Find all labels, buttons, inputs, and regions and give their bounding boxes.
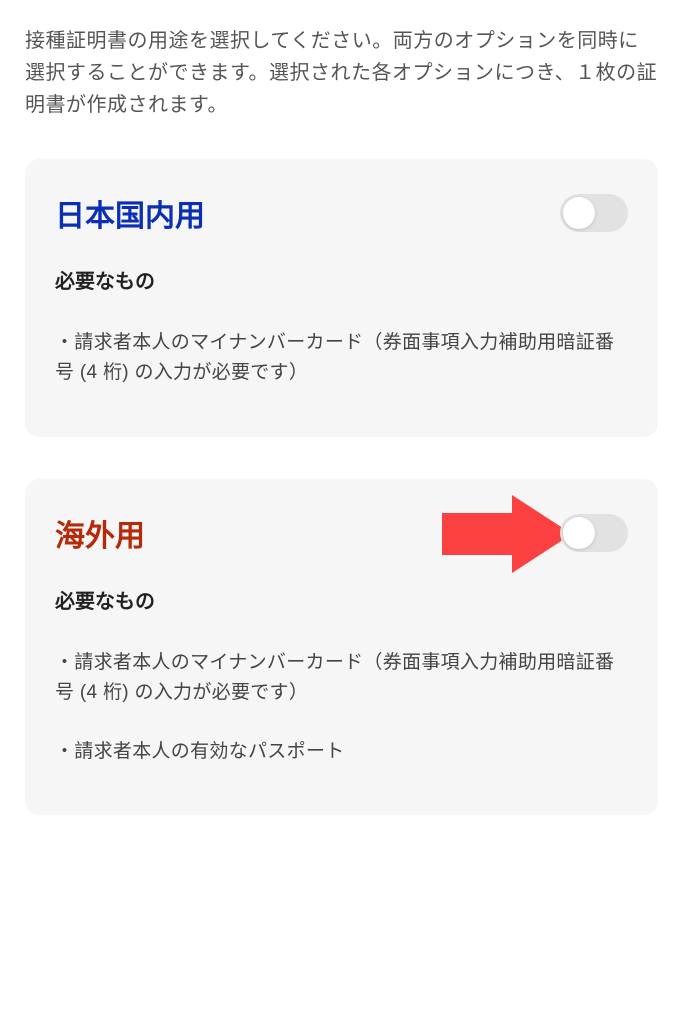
intro-text: 接種証明書の用途を選択してください。両方のオプションを同時に選択することができま…	[25, 25, 658, 121]
toggle-knob	[563, 197, 595, 229]
toggle-domestic[interactable]	[560, 194, 628, 232]
card-title-overseas: 海外用	[55, 511, 145, 555]
requirement-item: ・請求者本人の有効なパスポート	[55, 737, 628, 767]
requirements-subhead: 必要なもの	[55, 265, 628, 294]
card-header: 日本国内用	[55, 191, 628, 235]
toggle-overseas[interactable]	[560, 514, 628, 552]
requirements-subhead: 必要なもの	[55, 585, 628, 614]
toggle-knob	[563, 517, 595, 549]
card-header: 海外用	[55, 511, 628, 555]
card-overseas: 海外用 必要なもの ・請求者本人のマイナンバーカード（券面事項入力補助用暗証番号…	[25, 479, 658, 815]
card-title-domestic: 日本国内用	[55, 191, 205, 235]
card-domestic: 日本国内用 必要なもの ・請求者本人のマイナンバーカード（券面事項入力補助用暗証…	[25, 159, 658, 437]
requirement-item: ・請求者本人のマイナンバーカード（券面事項入力補助用暗証番号 (4 桁) の入力…	[55, 328, 628, 389]
requirement-item: ・請求者本人のマイナンバーカード（券面事項入力補助用暗証番号 (4 桁) の入力…	[55, 648, 628, 709]
